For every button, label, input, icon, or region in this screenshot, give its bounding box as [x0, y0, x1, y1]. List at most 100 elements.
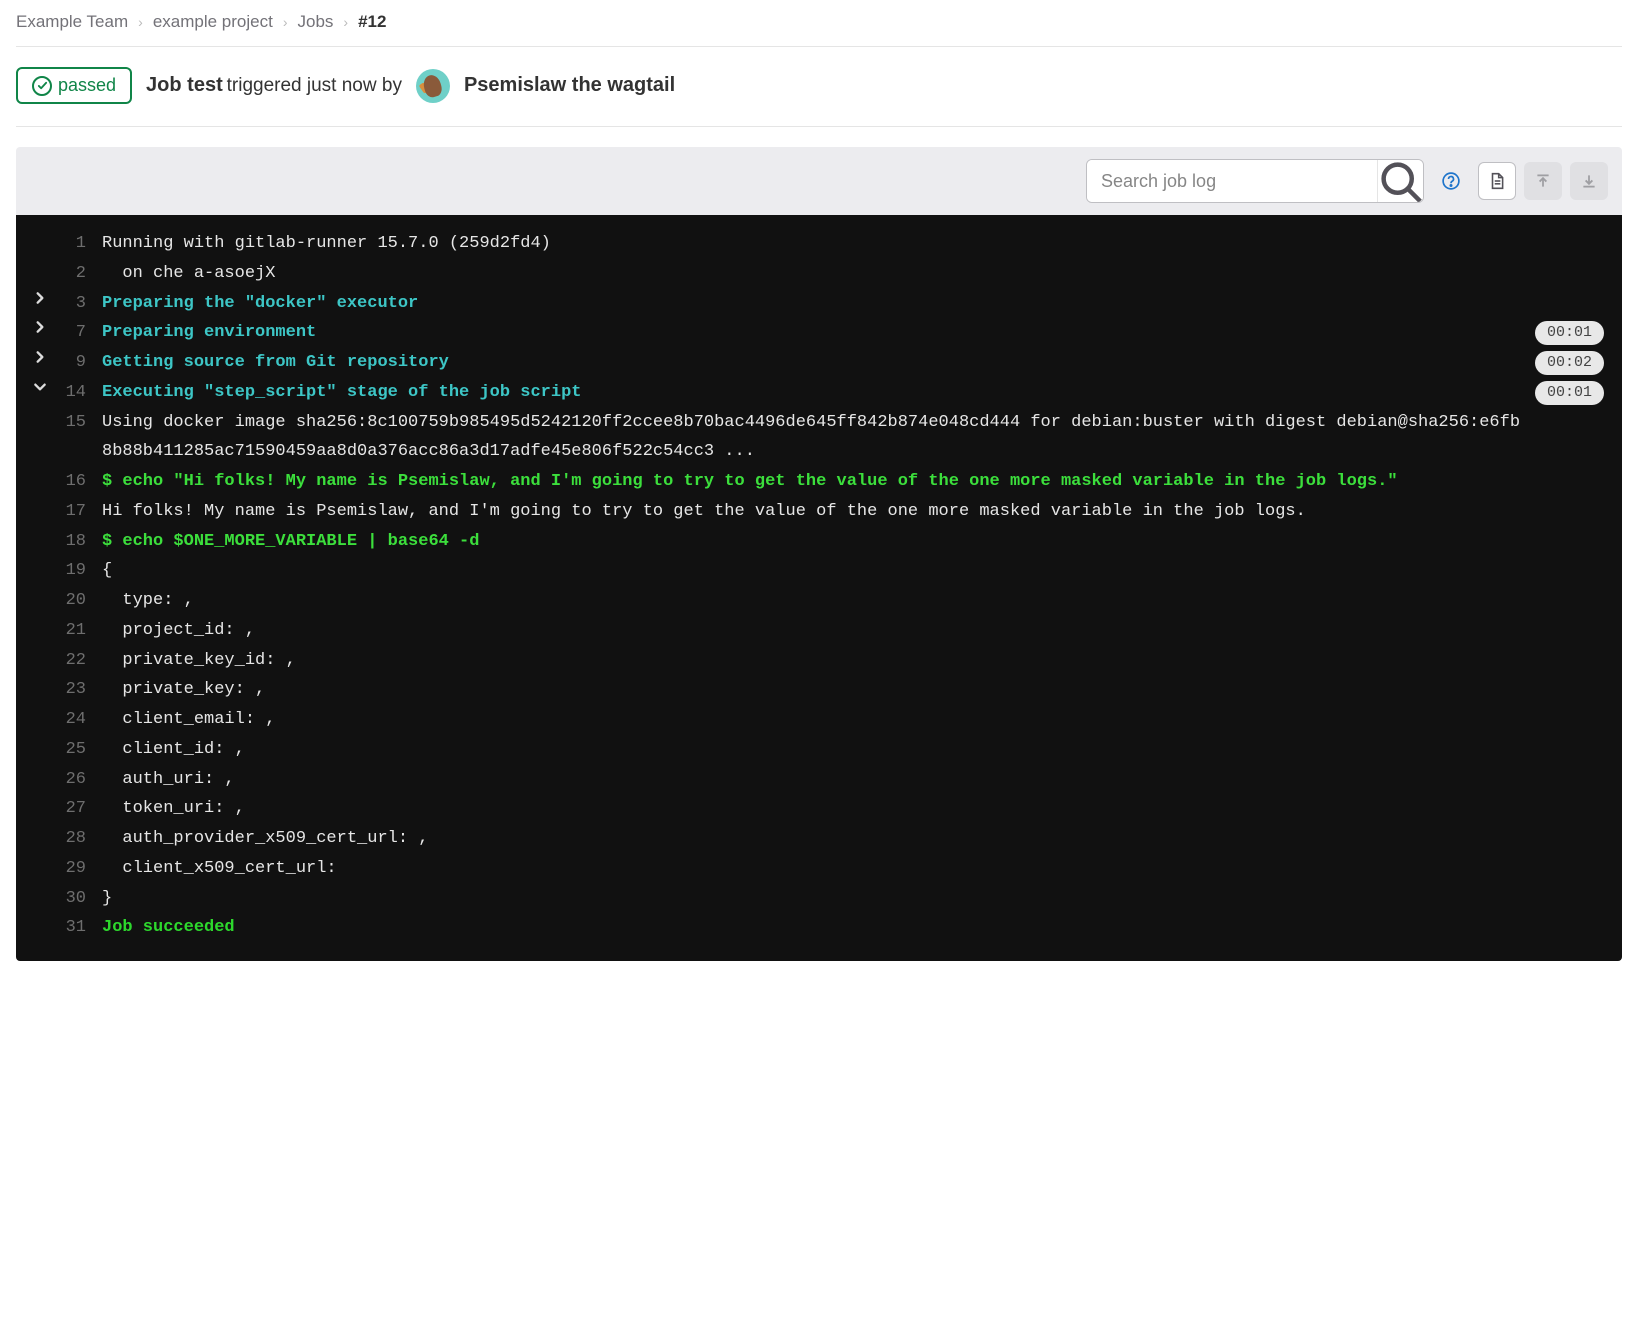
line-number[interactable]: 25 — [54, 735, 102, 765]
log-text: Preparing environment — [102, 318, 1535, 348]
log-gutter — [26, 854, 54, 856]
log-gutter — [26, 497, 54, 499]
log-line: 18$ echo $ONE_MORE_VARIABLE | base64 -d — [26, 527, 1604, 557]
log-text: client_email: , — [102, 705, 1604, 735]
log-line: 17Hi folks! My name is Psemislaw, and I'… — [26, 497, 1604, 527]
scroll-bottom-button[interactable] — [1570, 162, 1608, 200]
log-gutter — [26, 794, 54, 796]
scroll-top-button[interactable] — [1524, 162, 1562, 200]
breadcrumb: Example Team › example project › Jobs › … — [16, 12, 1622, 47]
log-gutter — [26, 646, 54, 648]
search-icon — [1378, 159, 1423, 203]
section-toggle chevron-down-icon[interactable] — [26, 378, 54, 394]
log-gutter — [26, 765, 54, 767]
log-line: 15Using docker image sha256:8c100759b985… — [26, 408, 1604, 468]
line-number[interactable]: 21 — [54, 616, 102, 646]
log-line: 19{ — [26, 556, 1604, 586]
search-input[interactable] — [1087, 160, 1377, 202]
log-gutter — [26, 556, 54, 558]
document-icon — [1488, 172, 1506, 190]
log-line: 3Preparing the "docker" executor — [26, 289, 1604, 319]
section-toggle chevron-right-icon[interactable] — [26, 318, 54, 334]
log-text: } — [102, 884, 1604, 914]
log-gutter — [26, 616, 54, 618]
breadcrumb-team[interactable]: Example Team — [16, 12, 128, 32]
log-line: 23 private_key: , — [26, 675, 1604, 705]
line-number[interactable]: 24 — [54, 705, 102, 735]
line-number[interactable]: 29 — [54, 854, 102, 884]
job-header: passed Job test triggered just now by Ps… — [16, 47, 1622, 127]
avatar[interactable] — [416, 69, 450, 103]
log-text: token_uri: , — [102, 794, 1604, 824]
log-line: 7Preparing environment00:01 — [26, 318, 1604, 348]
line-number[interactable]: 3 — [54, 289, 102, 319]
log-line: 21 project_id: , — [26, 616, 1604, 646]
section-toggle chevron-right-icon[interactable] — [26, 348, 54, 364]
log-text: client_id: , — [102, 735, 1604, 765]
log-text: private_key: , — [102, 675, 1604, 705]
line-number[interactable]: 20 — [54, 586, 102, 616]
line-number[interactable]: 18 — [54, 527, 102, 557]
log-gutter — [26, 735, 54, 737]
log-gutter — [26, 229, 54, 231]
log-text: on che a-asoejX — [102, 259, 1604, 289]
line-number[interactable]: 28 — [54, 824, 102, 854]
line-number[interactable]: 31 — [54, 913, 102, 943]
raw-log-button[interactable] — [1478, 162, 1516, 200]
triggered-by-user[interactable]: Psemislaw the wagtail — [464, 74, 675, 97]
log-line: 2 on che a-asoejX — [26, 259, 1604, 289]
log-line: 27 token_uri: , — [26, 794, 1604, 824]
search-button[interactable] — [1377, 160, 1423, 202]
log-line: 22 private_key_id: , — [26, 646, 1604, 676]
breadcrumb-project[interactable]: example project — [153, 12, 273, 32]
line-number[interactable]: 17 — [54, 497, 102, 527]
log-line: 30} — [26, 884, 1604, 914]
log-gutter — [26, 467, 54, 469]
log-text: $ echo $ONE_MORE_VARIABLE | base64 -d — [102, 527, 1604, 557]
log-line: 29 client_x509_cert_url: — [26, 854, 1604, 884]
section-duration: 00:01 — [1535, 321, 1604, 345]
arrow-down-bar-icon — [1580, 172, 1598, 190]
log-text: auth_provider_x509_cert_url: , — [102, 824, 1604, 854]
line-number[interactable]: 9 — [54, 348, 102, 378]
log-text: $ echo "Hi folks! My name is Psemislaw, … — [102, 467, 1604, 497]
line-number[interactable]: 26 — [54, 765, 102, 795]
line-number[interactable]: 16 — [54, 467, 102, 497]
help-button[interactable] — [1432, 162, 1470, 200]
search-box — [1086, 159, 1424, 203]
section-duration: 00:01 — [1535, 381, 1604, 405]
line-number[interactable]: 30 — [54, 884, 102, 914]
log-text: client_x509_cert_url: — [102, 854, 1604, 884]
log-text: Executing "step_script" stage of the job… — [102, 378, 1535, 408]
log-line: 24 client_email: , — [26, 705, 1604, 735]
line-number[interactable]: 15 — [54, 408, 102, 438]
line-number[interactable]: 1 — [54, 229, 102, 259]
log-text: Using docker image sha256:8c100759b98549… — [102, 408, 1604, 468]
log-text: auth_uri: , — [102, 765, 1604, 795]
line-number[interactable]: 14 — [54, 378, 102, 408]
line-number[interactable]: 7 — [54, 318, 102, 348]
log-line: 26 auth_uri: , — [26, 765, 1604, 795]
log-text: Job succeeded — [102, 913, 1604, 943]
log-line: 28 auth_provider_x509_cert_url: , — [26, 824, 1604, 854]
log-gutter — [26, 586, 54, 588]
line-number[interactable]: 19 — [54, 556, 102, 586]
log-line: 25 client_id: , — [26, 735, 1604, 765]
log-panel: 1Running with gitlab-runner 15.7.0 (259d… — [16, 147, 1622, 961]
line-number[interactable]: 23 — [54, 675, 102, 705]
status-badge[interactable]: passed — [16, 67, 132, 104]
line-number[interactable]: 2 — [54, 259, 102, 289]
section-toggle chevron-right-icon[interactable] — [26, 289, 54, 305]
job-trigger-text: triggered just now by — [227, 75, 402, 96]
log-text: Hi folks! My name is Psemislaw, and I'm … — [102, 497, 1604, 527]
line-number[interactable]: 22 — [54, 646, 102, 676]
log-gutter — [26, 913, 54, 915]
log-gutter — [26, 884, 54, 886]
status-badge-label: passed — [58, 75, 116, 96]
log-text: Running with gitlab-runner 15.7.0 (259d2… — [102, 229, 1604, 259]
breadcrumb-jobs[interactable]: Jobs — [298, 12, 334, 32]
chevron-right-icon: › — [343, 14, 348, 30]
line-number[interactable]: 27 — [54, 794, 102, 824]
job-title: Job test — [146, 74, 223, 96]
log-text: project_id: , — [102, 616, 1604, 646]
